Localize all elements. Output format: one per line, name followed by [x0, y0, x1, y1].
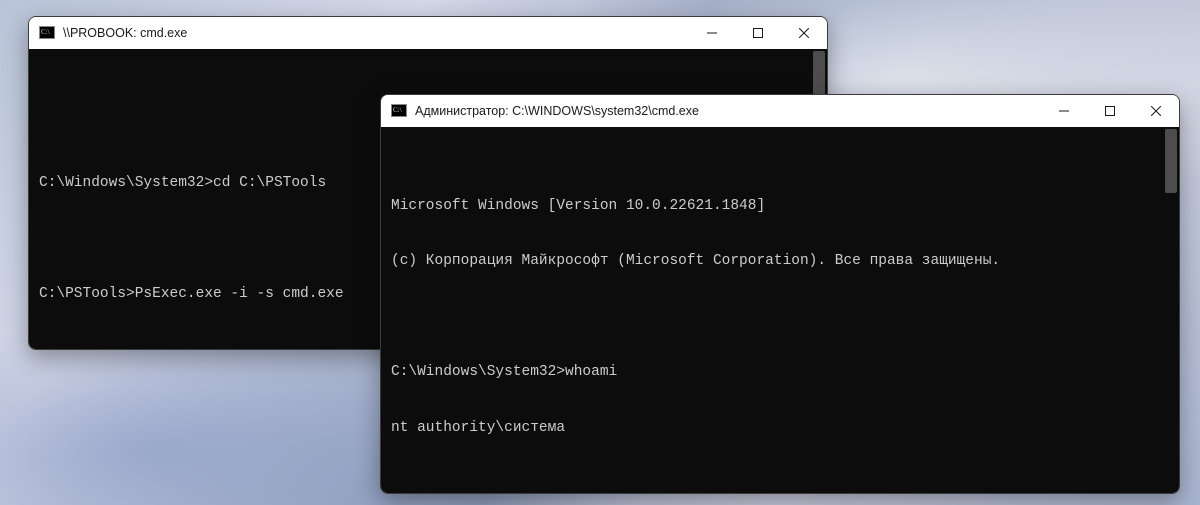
cmd-window-admin[interactable]: C:\ Администратор: C:\WINDOWS\system32\c…: [380, 94, 1180, 494]
terminal-blank-line: [391, 308, 1169, 327]
terminal-line: Microsoft Windows [Version 10.0.22621.18…: [391, 197, 1169, 216]
scrollbar-thumb[interactable]: [1165, 129, 1177, 193]
terminal-blank-line: [391, 474, 1169, 493]
svg-text:C:\: C:\: [393, 106, 402, 114]
svg-text:C:\: C:\: [41, 28, 50, 36]
close-button[interactable]: [1133, 95, 1179, 127]
titlebar[interactable]: C:\ Администратор: C:\WINDOWS\system32\c…: [381, 95, 1179, 127]
maximize-button[interactable]: [1087, 95, 1133, 127]
cmd-icon: C:\: [391, 103, 407, 119]
cmd-icon: C:\: [39, 25, 55, 41]
terminal-output[interactable]: Microsoft Windows [Version 10.0.22621.18…: [381, 127, 1179, 493]
window-title: Администратор: C:\WINDOWS\system32\cmd.e…: [415, 104, 699, 118]
minimize-button[interactable]: [1041, 95, 1087, 127]
window-title: \\PROBOOK: cmd.exe: [63, 26, 187, 40]
titlebar[interactable]: C:\ \\PROBOOK: cmd.exe: [29, 17, 827, 49]
minimize-button[interactable]: [689, 17, 735, 49]
close-button[interactable]: [781, 17, 827, 49]
terminal-line: nt authority\система: [391, 419, 1169, 438]
terminal-line: C:\Windows\System32>whoami: [391, 363, 1169, 382]
maximize-button[interactable]: [735, 17, 781, 49]
terminal-line: (c) Корпорация Майкрософт (Microsoft Cor…: [391, 252, 1169, 271]
